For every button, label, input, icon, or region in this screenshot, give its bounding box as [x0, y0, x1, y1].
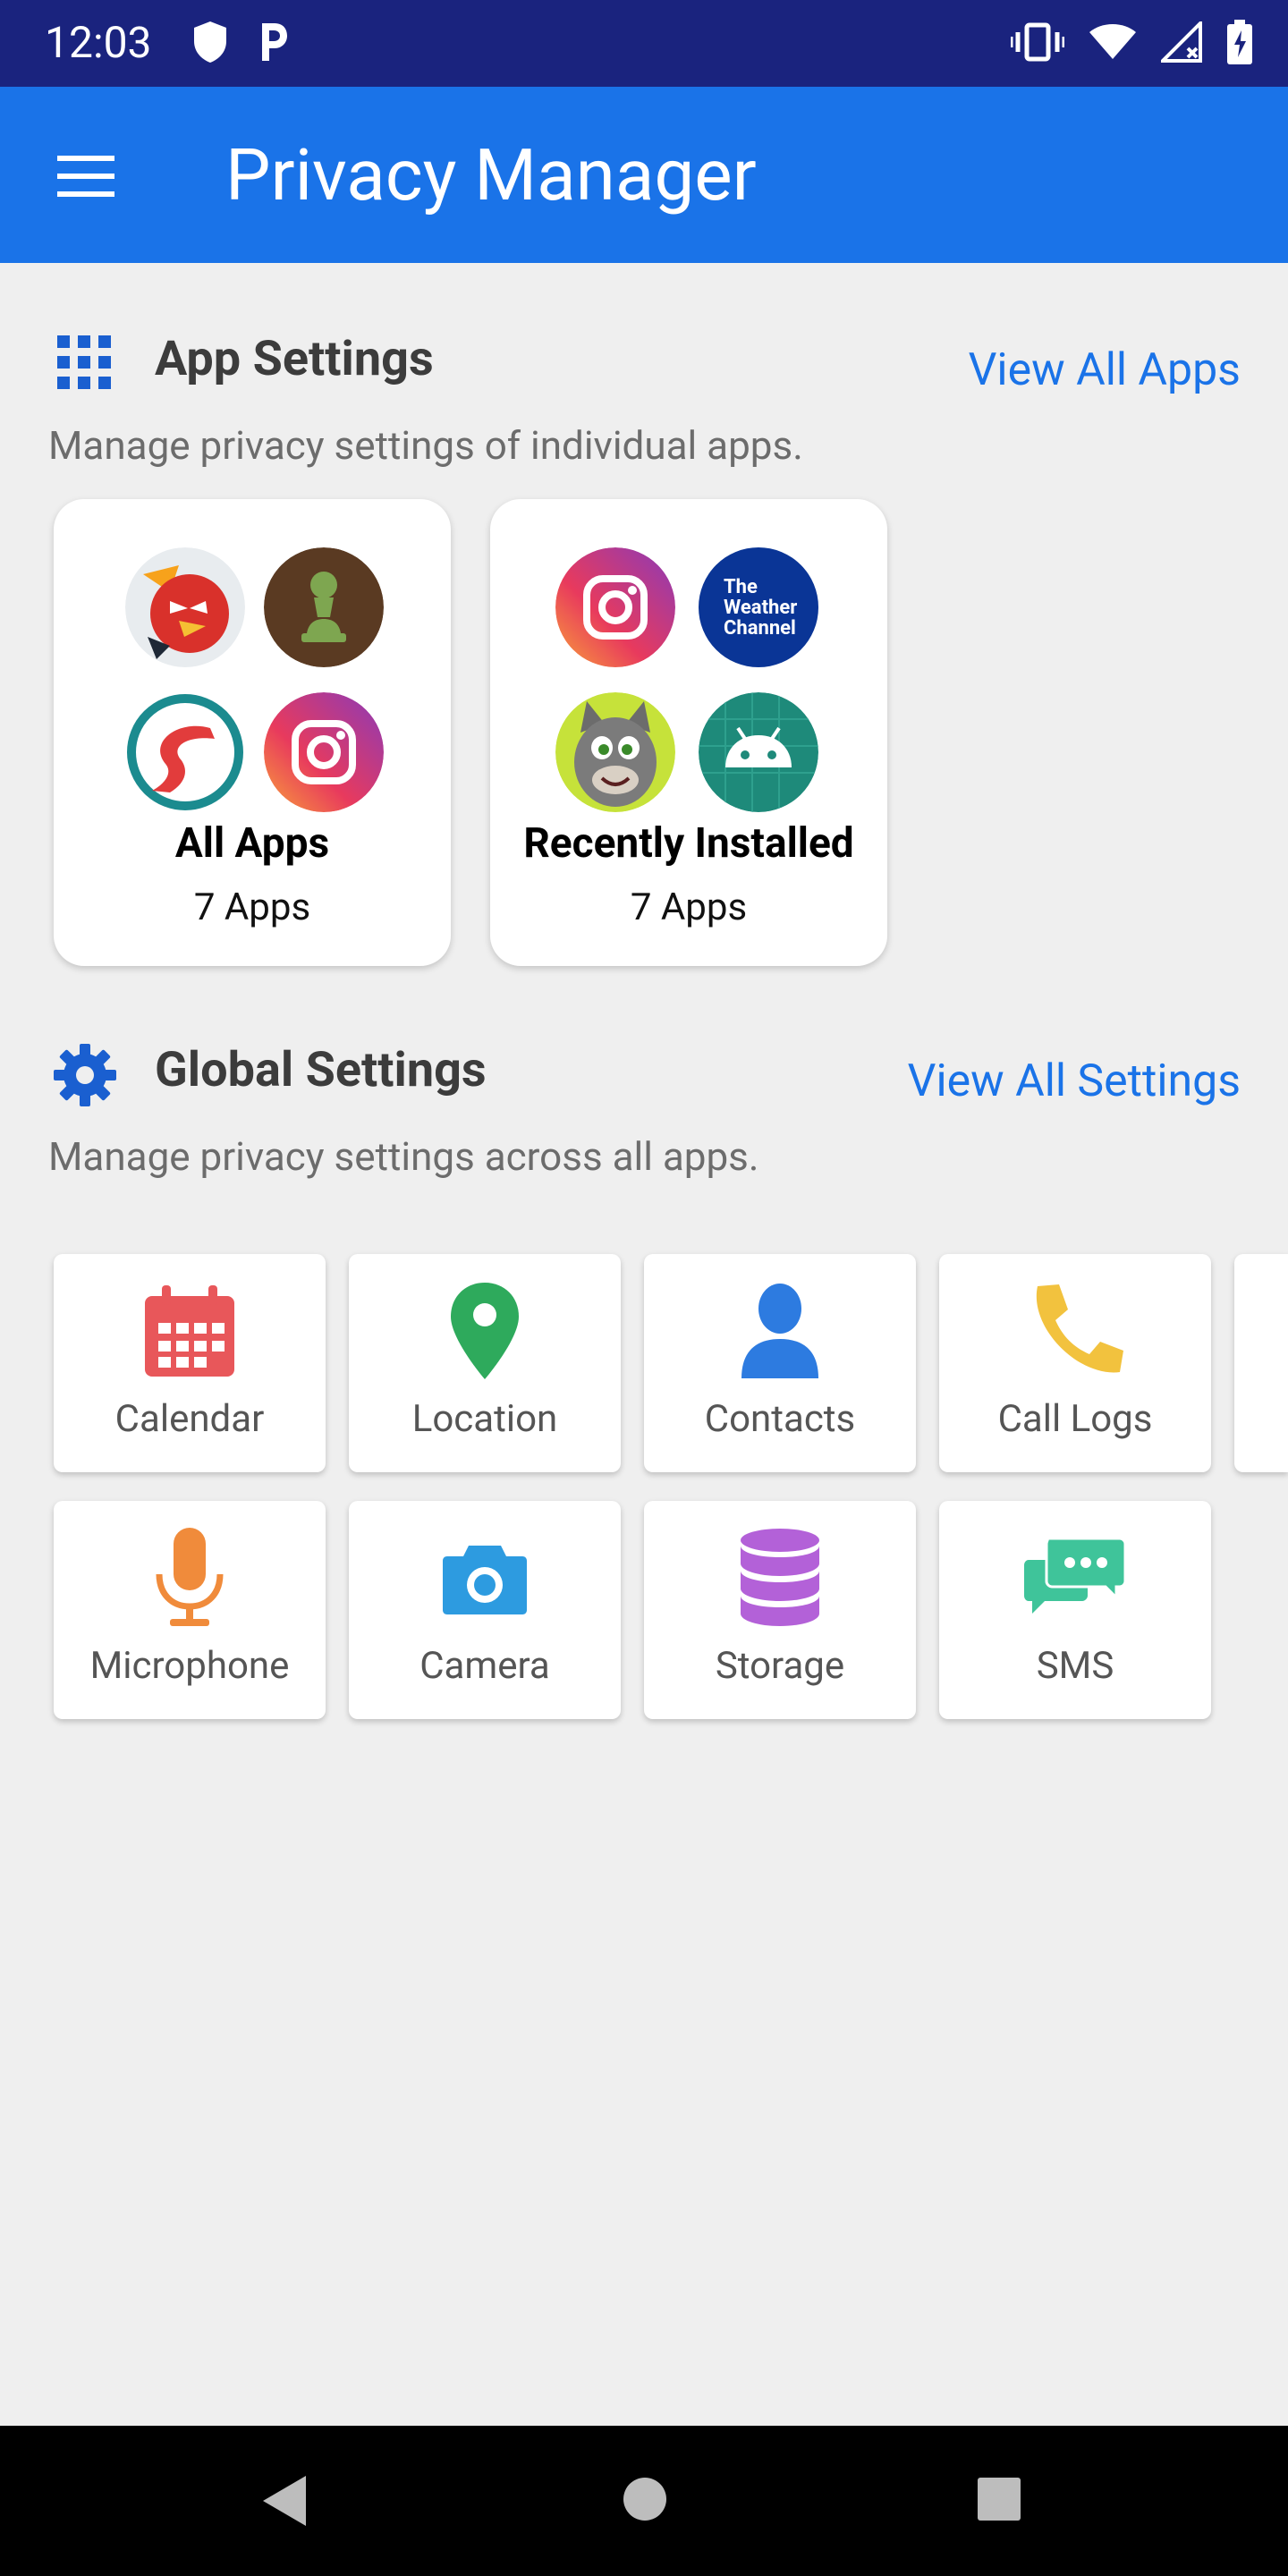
storage-label: Storage [715, 1644, 845, 1688]
call-logs-label: Call Logs [997, 1397, 1153, 1441]
camera-icon [443, 1546, 527, 1614]
status-time: 12:03 [45, 17, 152, 68]
sms-icon [1024, 1537, 1127, 1614]
setting-tile-location[interactable]: Location [349, 1254, 621, 1472]
global-settings-title: Global Settings [155, 1042, 487, 1098]
setting-tile-storage[interactable]: Storage [644, 1501, 916, 1719]
back-icon[interactable] [259, 2474, 309, 2531]
shield-icon [192, 20, 228, 68]
all-apps-count: 7 Apps [193, 886, 311, 929]
global-settings-description: Manage privacy settings across all apps. [48, 1133, 759, 1180]
all-apps-card[interactable]: All Apps 7 Apps [54, 499, 451, 966]
talking-tom-icon [555, 692, 675, 812]
setting-tile-sms[interactable]: SMS [939, 1501, 1211, 1719]
setting-tile-calendar[interactable]: Calendar [54, 1254, 326, 1472]
setting-tile-partial[interactable] [1234, 1254, 1288, 1472]
setting-tile-microphone[interactable]: Microphone [54, 1501, 326, 1719]
weather-channel-icon: The Weather Channel [699, 547, 818, 667]
signal-icon [1158, 19, 1202, 66]
camera-label: Camera [419, 1644, 550, 1688]
contacts-label: Contacts [704, 1397, 856, 1441]
app-title: Privacy Manager [225, 133, 757, 217]
recently-installed-title: Recently Installed [523, 819, 854, 868]
road-app-icon [125, 692, 245, 812]
recently-installed-card[interactable]: The Weather Channel Recently Installed 7… [490, 499, 887, 966]
microphone-icon [156, 1528, 224, 1626]
app-settings-title: App Settings [155, 331, 434, 387]
vibrate-icon [1010, 21, 1065, 66]
calendar-icon [145, 1285, 234, 1377]
view-all-settings-link[interactable]: View All Settings [908, 1055, 1241, 1107]
app-bar: Privacy Manager [0, 87, 1288, 263]
app-settings-description: Manage privacy settings of individual ap… [48, 422, 803, 469]
battery-charging-icon [1227, 20, 1252, 68]
recents-icon[interactable] [976, 2476, 1022, 2526]
android-icon [699, 692, 818, 812]
database-icon [741, 1529, 819, 1626]
setting-tile-call-logs[interactable]: Call Logs [939, 1254, 1211, 1472]
angry-birds-icon [125, 547, 245, 667]
microphone-label: Microphone [89, 1644, 290, 1688]
navigation-bar [0, 2426, 1288, 2576]
sms-label: SMS [1036, 1644, 1114, 1688]
home-icon[interactable] [622, 2476, 668, 2526]
gear-icon [52, 1042, 118, 1112]
calendar-label: Calendar [114, 1397, 265, 1441]
parking-icon [257, 20, 289, 68]
weather-channel-logo-text: The Weather Channel [724, 575, 798, 640]
phone-icon [1036, 1284, 1123, 1373]
recently-installed-count: 7 Apps [630, 886, 748, 929]
chess-icon [264, 547, 384, 667]
wifi-icon [1089, 23, 1136, 64]
all-apps-title: All Apps [174, 819, 330, 868]
setting-tile-contacts[interactable]: Contacts [644, 1254, 916, 1472]
instagram-icon [264, 692, 384, 812]
setting-tile-camera[interactable]: Camera [349, 1501, 621, 1719]
view-all-apps-link[interactable]: View All Apps [969, 344, 1241, 396]
instagram-icon [555, 547, 675, 667]
grid-icon [57, 335, 111, 393]
location-pin-icon [451, 1283, 519, 1379]
location-label: Location [411, 1397, 558, 1441]
status-bar: 12:03 [0, 0, 1288, 87]
person-icon [741, 1284, 818, 1378]
menu-icon [57, 156, 114, 197]
menu-button[interactable] [55, 154, 116, 199]
